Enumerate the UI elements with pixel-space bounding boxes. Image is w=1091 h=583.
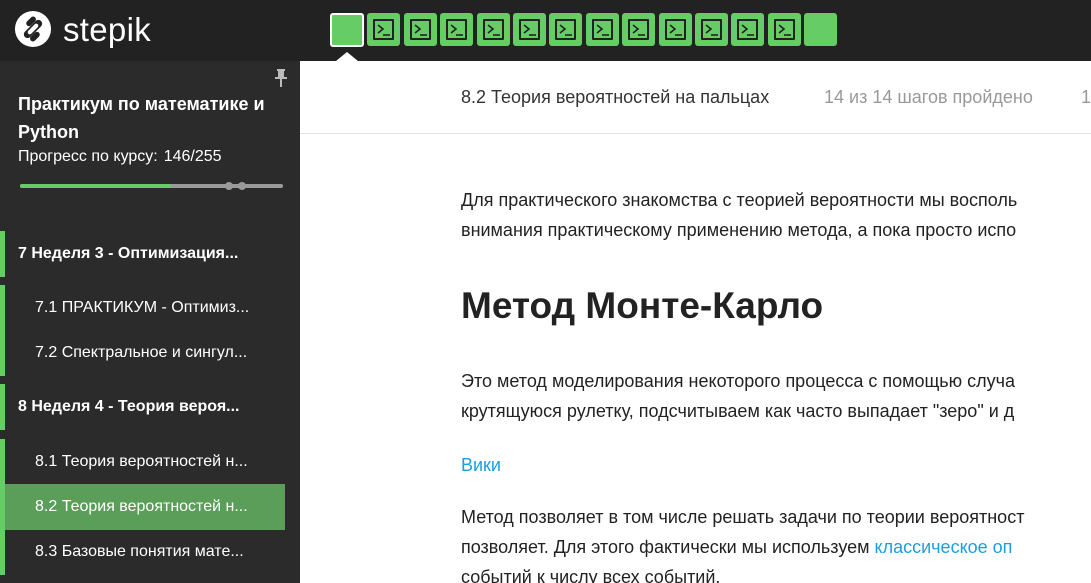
completion-bar — [0, 330, 5, 376]
step-5[interactable] — [476, 13, 510, 46]
progress-marker — [225, 182, 233, 190]
paragraph-text: позволяет. Для этого фактически мы испол… — [461, 537, 875, 557]
step-navigation — [330, 13, 840, 47]
toc-label: 7.2 Спектральное и сингул... — [35, 344, 248, 361]
completion-bar — [0, 384, 5, 430]
toc-lesson[interactable]: 8.3 Базовые понятия мате... — [0, 529, 300, 575]
step-1[interactable] — [330, 13, 364, 47]
step-6[interactable] — [512, 13, 546, 46]
step-2[interactable] — [367, 13, 401, 46]
toc-section[interactable]: 7 Неделя 3 - Оптимизация... — [0, 231, 300, 277]
progress-value: 146/255 — [163, 148, 222, 165]
progress-marker — [238, 182, 246, 190]
step-8[interactable] — [585, 13, 619, 46]
code-step-icon — [409, 19, 431, 40]
paragraph: Это метод моделирования некоторого проце… — [461, 366, 1091, 426]
pin-icon[interactable] — [274, 69, 288, 87]
toc-lesson[interactable]: 8.2 Теория вероятностей н... — [0, 484, 300, 530]
toc-section[interactable]: 8 Неделя 4 - Теория вероя... — [0, 384, 300, 430]
completion-bar — [0, 529, 5, 575]
stepik-logo[interactable]: stepik — [14, 8, 174, 50]
paragraph-line: Метод позволяет в том числе решать задач… — [461, 507, 1025, 527]
toc-lesson[interactable]: 7.2 Спектральное и сингул... — [0, 330, 300, 376]
step-10[interactable] — [658, 13, 692, 46]
progress-fill — [20, 184, 171, 188]
completion-bar — [0, 285, 5, 331]
completion-bar — [0, 231, 5, 277]
wiki-link[interactable]: Вики — [461, 455, 501, 475]
step-11[interactable] — [694, 13, 728, 46]
code-step-icon — [737, 19, 759, 40]
toc-label: 8 Неделя 4 - Теория вероя... — [18, 398, 240, 415]
lesson-header-extra: 1 — [1081, 87, 1091, 107]
stepik-logo-icon — [14, 10, 52, 48]
toc-lesson[interactable]: 7.1 ПРАКТИКУМ - Оптимиз... — [0, 285, 300, 331]
code-step-icon — [773, 19, 795, 40]
toc-label: 8.3 Базовые понятия мате... — [35, 543, 244, 560]
course-title[interactable]: Практикум по математике и Python — [18, 90, 288, 146]
lesson-header: 8.2 Теория вероятностей на пальцах 14 из… — [300, 61, 1091, 134]
step-3[interactable] — [403, 13, 437, 46]
progress-label: Прогресс по курсу: — [18, 148, 158, 165]
paragraph: Вики — [461, 450, 1091, 480]
code-step-icon — [628, 19, 650, 40]
section-heading: Метод Монте-Карло — [461, 285, 824, 326]
paragraph-line: Для практического знакомства с теорией в… — [461, 190, 1018, 210]
lesson-content: 8.2 Теория вероятностей на пальцах 14 из… — [300, 61, 1091, 583]
paragraph-line: внимания практическому применению метода… — [461, 220, 1017, 240]
paragraph-line: крутящуюся рулетку, подсчитываем как час… — [461, 401, 1015, 421]
code-step-icon — [664, 19, 686, 40]
code-step-icon — [700, 19, 722, 40]
code-step-icon — [518, 19, 540, 40]
course-progress-bar — [20, 182, 283, 190]
top-navbar: stepik — [0, 0, 1091, 61]
paragraph-line: Это метод моделирования некоторого проце… — [461, 371, 1016, 391]
toc-label: 7 Неделя 3 - Оптимизация... — [18, 245, 239, 262]
step-7[interactable] — [549, 13, 583, 46]
course-progress-text: Прогресс по курсу: 146/255 — [18, 148, 222, 166]
code-step-icon — [591, 19, 613, 40]
step-12[interactable] — [731, 13, 765, 46]
step-4[interactable] — [440, 13, 474, 46]
completion-bar — [0, 439, 5, 485]
code-step-icon — [373, 19, 395, 40]
toc-label: 7.1 ПРАКТИКУМ - Оптимиз... — [35, 299, 250, 316]
step-9[interactable] — [622, 13, 656, 46]
toc-lesson[interactable]: 8.1 Теория вероятностей н... — [0, 439, 300, 485]
toc-label: 8.1 Теория вероятностей н... — [35, 453, 248, 470]
step-13[interactable] — [767, 13, 801, 46]
step-14[interactable] — [804, 13, 838, 46]
course-sidebar: Практикум по математике и Python Прогрес… — [0, 61, 300, 583]
lesson-progress: 14 из 14 шагов пройдено — [824, 87, 1033, 107]
code-step-icon — [482, 19, 504, 40]
toc-label: 8.2 Теория вероятностей н... — [35, 498, 248, 515]
paragraph: Для практического знакомства с теорией в… — [461, 185, 1091, 245]
current-step-pointer — [336, 52, 358, 61]
lesson-title: 8.2 Теория вероятностей на пальцах — [461, 87, 770, 107]
paragraph: Метод позволяет в том числе решать задач… — [461, 502, 1091, 583]
classical-definition-link[interactable]: классическое оп — [875, 537, 1013, 557]
code-step-icon — [555, 19, 577, 40]
paragraph-line: событий к числу всех событий. — [461, 567, 721, 583]
code-step-icon — [446, 19, 468, 40]
paragraph-line: позволяет. Для этого фактически мы испол… — [461, 532, 1091, 562]
brand-name: stepik — [63, 10, 152, 48]
